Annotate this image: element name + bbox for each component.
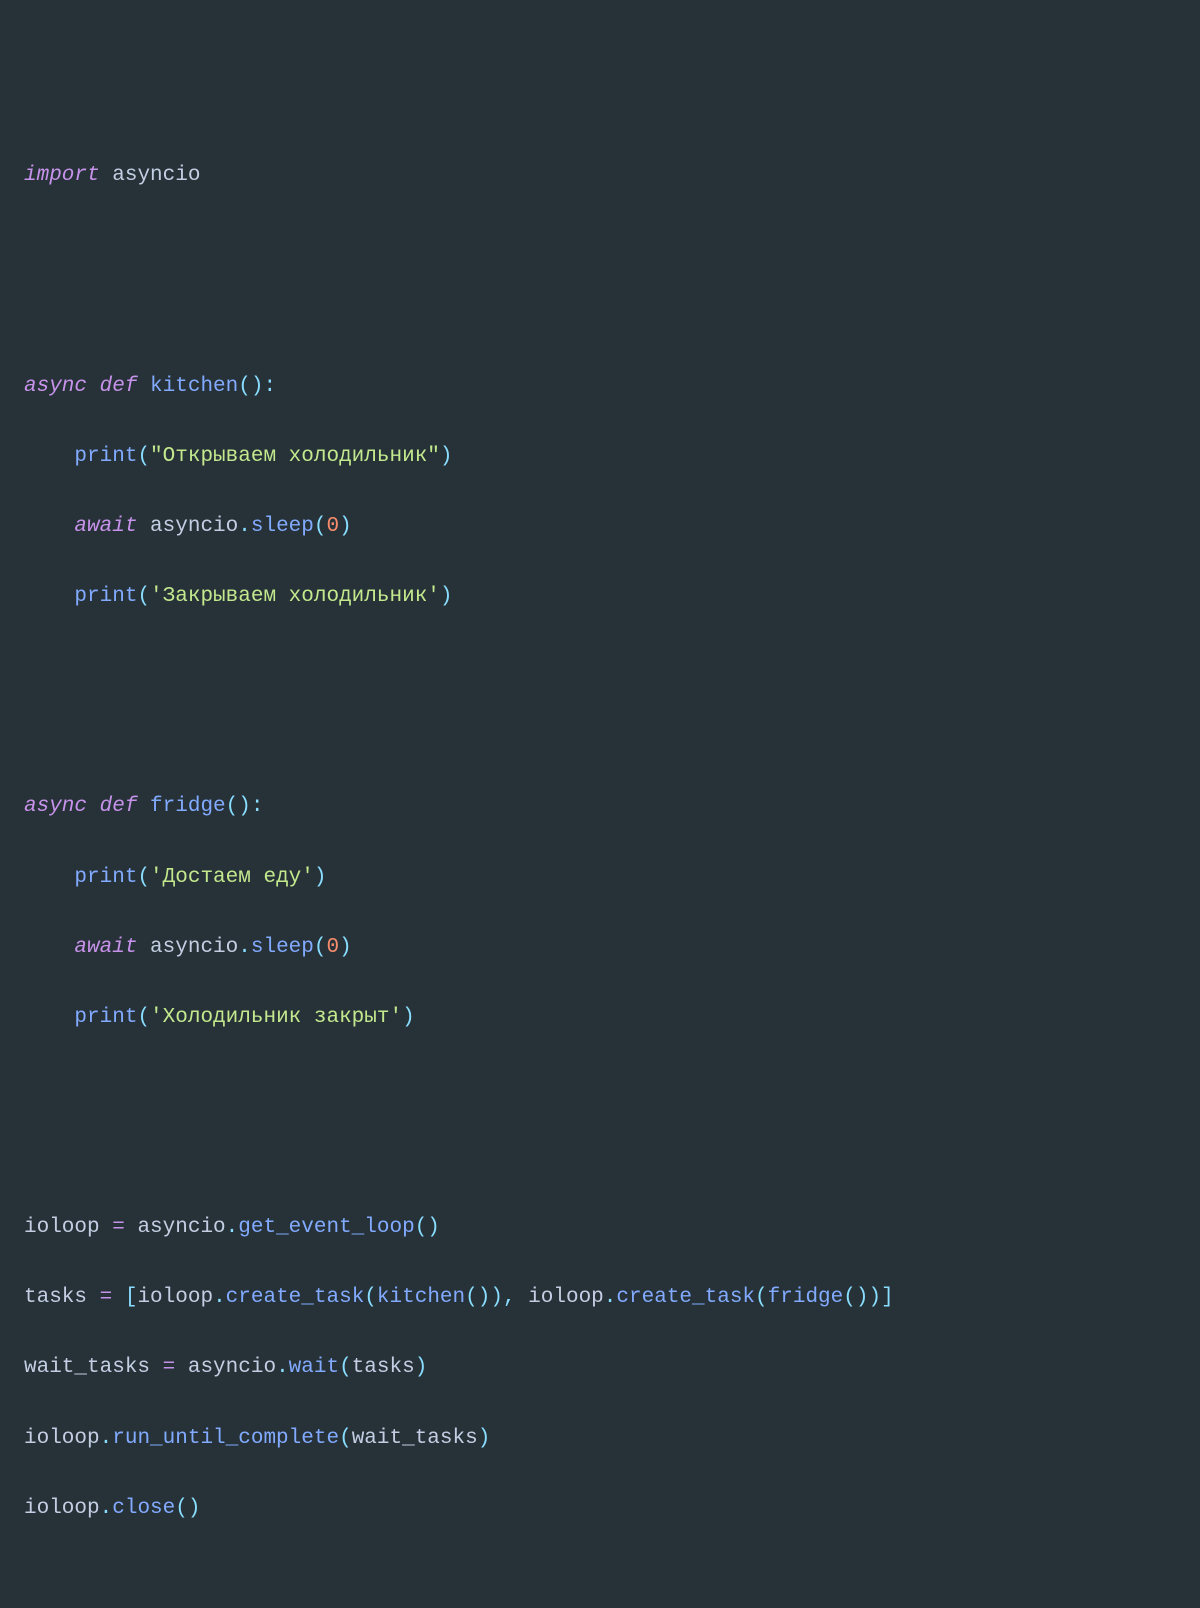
module-asyncio: asyncio: [112, 164, 200, 187]
code-line-1: import asyncio: [24, 158, 1176, 193]
code-line-16: ioloop = asyncio.get_event_loop(): [24, 1210, 1176, 1245]
code-line-10: async def fridge():: [24, 789, 1176, 824]
code-line-5: print("Открываем холодильник"): [24, 439, 1176, 474]
keyword-async: async: [24, 795, 87, 818]
code-line-15: [24, 1140, 1176, 1175]
code-line-2: [24, 228, 1176, 263]
parens: ():: [238, 375, 276, 398]
code-line-17: tasks = [ioloop.create_task(kitchen()), …: [24, 1280, 1176, 1315]
keyword-def: def: [100, 795, 138, 818]
parens: ():: [226, 795, 264, 818]
func-name-fridge: fridge: [150, 795, 226, 818]
call-sleep: sleep: [251, 936, 314, 959]
call-print: print: [74, 1006, 137, 1029]
var-wait-tasks: wait_tasks: [24, 1356, 150, 1379]
code-line-7: print('Закрываем холодильник'): [24, 579, 1176, 614]
keyword-await: await: [74, 936, 137, 959]
code-line-4: async def kitchen():: [24, 369, 1176, 404]
var-ioloop: ioloop: [24, 1216, 100, 1239]
code-line-3: [24, 299, 1176, 334]
call-sleep: sleep: [251, 515, 314, 538]
call-get-event-loop: get_event_loop: [238, 1216, 414, 1239]
code-line-12: await asyncio.sleep(0): [24, 930, 1176, 965]
code-line-9: [24, 719, 1176, 754]
call-create-task: create_task: [226, 1286, 365, 1309]
call-run-until-complete: run_until_complete: [112, 1427, 339, 1450]
call-print: print: [74, 585, 137, 608]
code-line-14: [24, 1070, 1176, 1105]
var-tasks: tasks: [24, 1286, 87, 1309]
call-print: print: [74, 445, 137, 468]
number-literal: 0: [327, 936, 340, 959]
call-print: print: [74, 866, 137, 889]
code-line-13: print('Холодильник закрыт'): [24, 1000, 1176, 1035]
code-line-20: ioloop.close(): [24, 1491, 1176, 1526]
string-literal: 'Холодильник закрыт': [150, 1006, 402, 1029]
call-wait: wait: [289, 1356, 339, 1379]
keyword-await: await: [74, 515, 137, 538]
call-create-task: create_task: [616, 1286, 755, 1309]
call-close: close: [112, 1497, 175, 1520]
string-literal: 'Достаем еду': [150, 866, 314, 889]
func-name-kitchen: kitchen: [150, 375, 238, 398]
string-literal: 'Закрываем холодильник': [150, 585, 440, 608]
keyword-def: def: [100, 375, 138, 398]
code-editor[interactable]: import asyncio async def kitchen(): prin…: [24, 158, 1176, 1525]
keyword-async: async: [24, 375, 87, 398]
code-line-18: wait_tasks = asyncio.wait(tasks): [24, 1350, 1176, 1385]
code-line-11: print('Достаем еду'): [24, 860, 1176, 895]
string-literal: "Открываем холодильник": [150, 445, 440, 468]
number-literal: 0: [327, 515, 340, 538]
code-line-19: ioloop.run_until_complete(wait_tasks): [24, 1421, 1176, 1456]
code-line-6: await asyncio.sleep(0): [24, 509, 1176, 544]
keyword-import: import: [24, 164, 100, 187]
code-line-8: [24, 649, 1176, 684]
